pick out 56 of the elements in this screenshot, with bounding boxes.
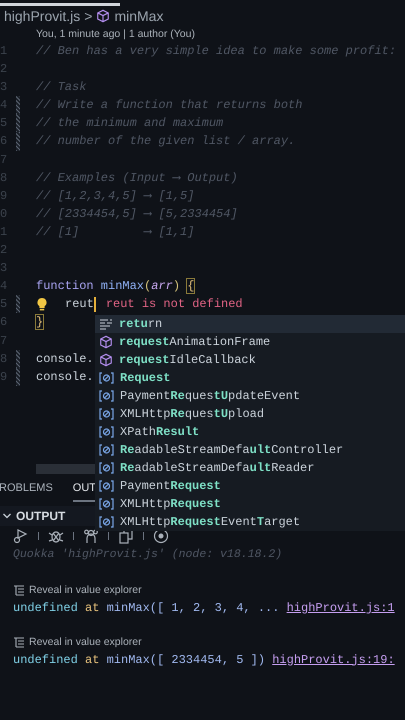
breadcrumb-symbol[interactable]: minMax xyxy=(114,6,164,26)
code-text: // Write a function that returns both xyxy=(36,97,302,114)
code-text: // Task xyxy=(36,79,86,96)
reveal-link[interactable]: Reveal in value explorer xyxy=(29,583,142,599)
run-icon xyxy=(13,528,29,544)
variable-icon xyxy=(99,426,114,438)
cube-icon xyxy=(96,9,110,23)
suggestion-item[interactable]: requestAnimationFrame xyxy=(95,333,405,351)
variable-icon xyxy=(99,372,114,384)
code-text: console. xyxy=(36,368,94,386)
cube-icon xyxy=(99,353,113,367)
variable-icon xyxy=(99,498,114,510)
keyword-icon xyxy=(99,318,113,330)
variable-icon xyxy=(99,390,114,402)
code-text: // number of the given list / array. xyxy=(36,133,296,150)
quokka-status: Quokka 'highProvit.js' (node: v18.18.2) xyxy=(12,546,284,563)
code-text: // [1,2,3,4,5] ⟶ [1,5] xyxy=(36,188,194,205)
code-text: // Examples (Input ⟶ Output) xyxy=(36,170,238,187)
suggestion-item[interactable]: XMLHttpRequestEventTarget xyxy=(95,513,405,531)
suggestion-item[interactable]: requestIdleCallback xyxy=(95,351,405,369)
code-text: function minMax(arr) { xyxy=(36,278,194,296)
list-icon xyxy=(13,585,25,596)
suggestion-item[interactable]: PaymentRequestUpdateEvent xyxy=(95,387,405,405)
output-line: undefined at minMax([ 1, 2, 3, 4, ... highProvit.js:1 xyxy=(12,600,396,617)
output-line: undefined at minMax([ 2334454, 5 ]) highProvit.js:19: xyxy=(12,652,396,669)
cube-icon xyxy=(99,335,113,349)
variable-icon xyxy=(99,516,114,528)
variable-icon xyxy=(99,444,114,456)
codelens-text[interactable]: You, 1 minute ago | 1 author (You) xyxy=(0,26,405,42)
suggestion-item[interactable]: ReadableStreamDefaultController xyxy=(95,441,405,459)
people-icon xyxy=(83,528,99,544)
code-text: console. xyxy=(36,350,94,368)
reveal-link[interactable]: Reveal in value explorer xyxy=(29,634,142,651)
breadcrumb-separator: > xyxy=(84,6,92,26)
code-text: reut xyxy=(65,296,94,314)
variable-icon xyxy=(99,408,114,420)
error-message: reut is not defined xyxy=(106,296,243,314)
code-text: } xyxy=(36,314,44,332)
list-icon xyxy=(13,637,25,648)
variable-icon xyxy=(99,462,114,474)
code-text: // [1] ⟶ [1,1] xyxy=(36,224,194,241)
panel-title: OUTPUT xyxy=(16,508,66,525)
suggestion-item[interactable]: XPathResult xyxy=(95,423,405,441)
suggestion-item[interactable]: PaymentRequest xyxy=(95,477,405,495)
suggestion-item[interactable]: Request xyxy=(95,369,405,387)
breadcrumb-file[interactable]: highProvit.js xyxy=(4,6,80,26)
scrollbar-thumb[interactable] xyxy=(36,464,95,474)
suggestion-item[interactable]: ReadableStreamDefaultReader xyxy=(95,459,405,477)
suggestion-item[interactable]: return xyxy=(95,315,405,333)
suggestion-item[interactable]: XMLHttpRequest xyxy=(95,495,405,513)
panel-tab[interactable]: ROBLEMS xyxy=(0,480,53,502)
variable-icon xyxy=(99,480,114,492)
code-text: // [2334454,5] ⟶ [5,2334454] xyxy=(36,206,238,223)
code-text: // Ben has a very simple idea to make some profit: xyxy=(36,43,396,60)
suggestion-item[interactable]: XMLHttpRequestUpload xyxy=(95,405,405,423)
code-text: // the minimum and maximum xyxy=(36,115,224,132)
